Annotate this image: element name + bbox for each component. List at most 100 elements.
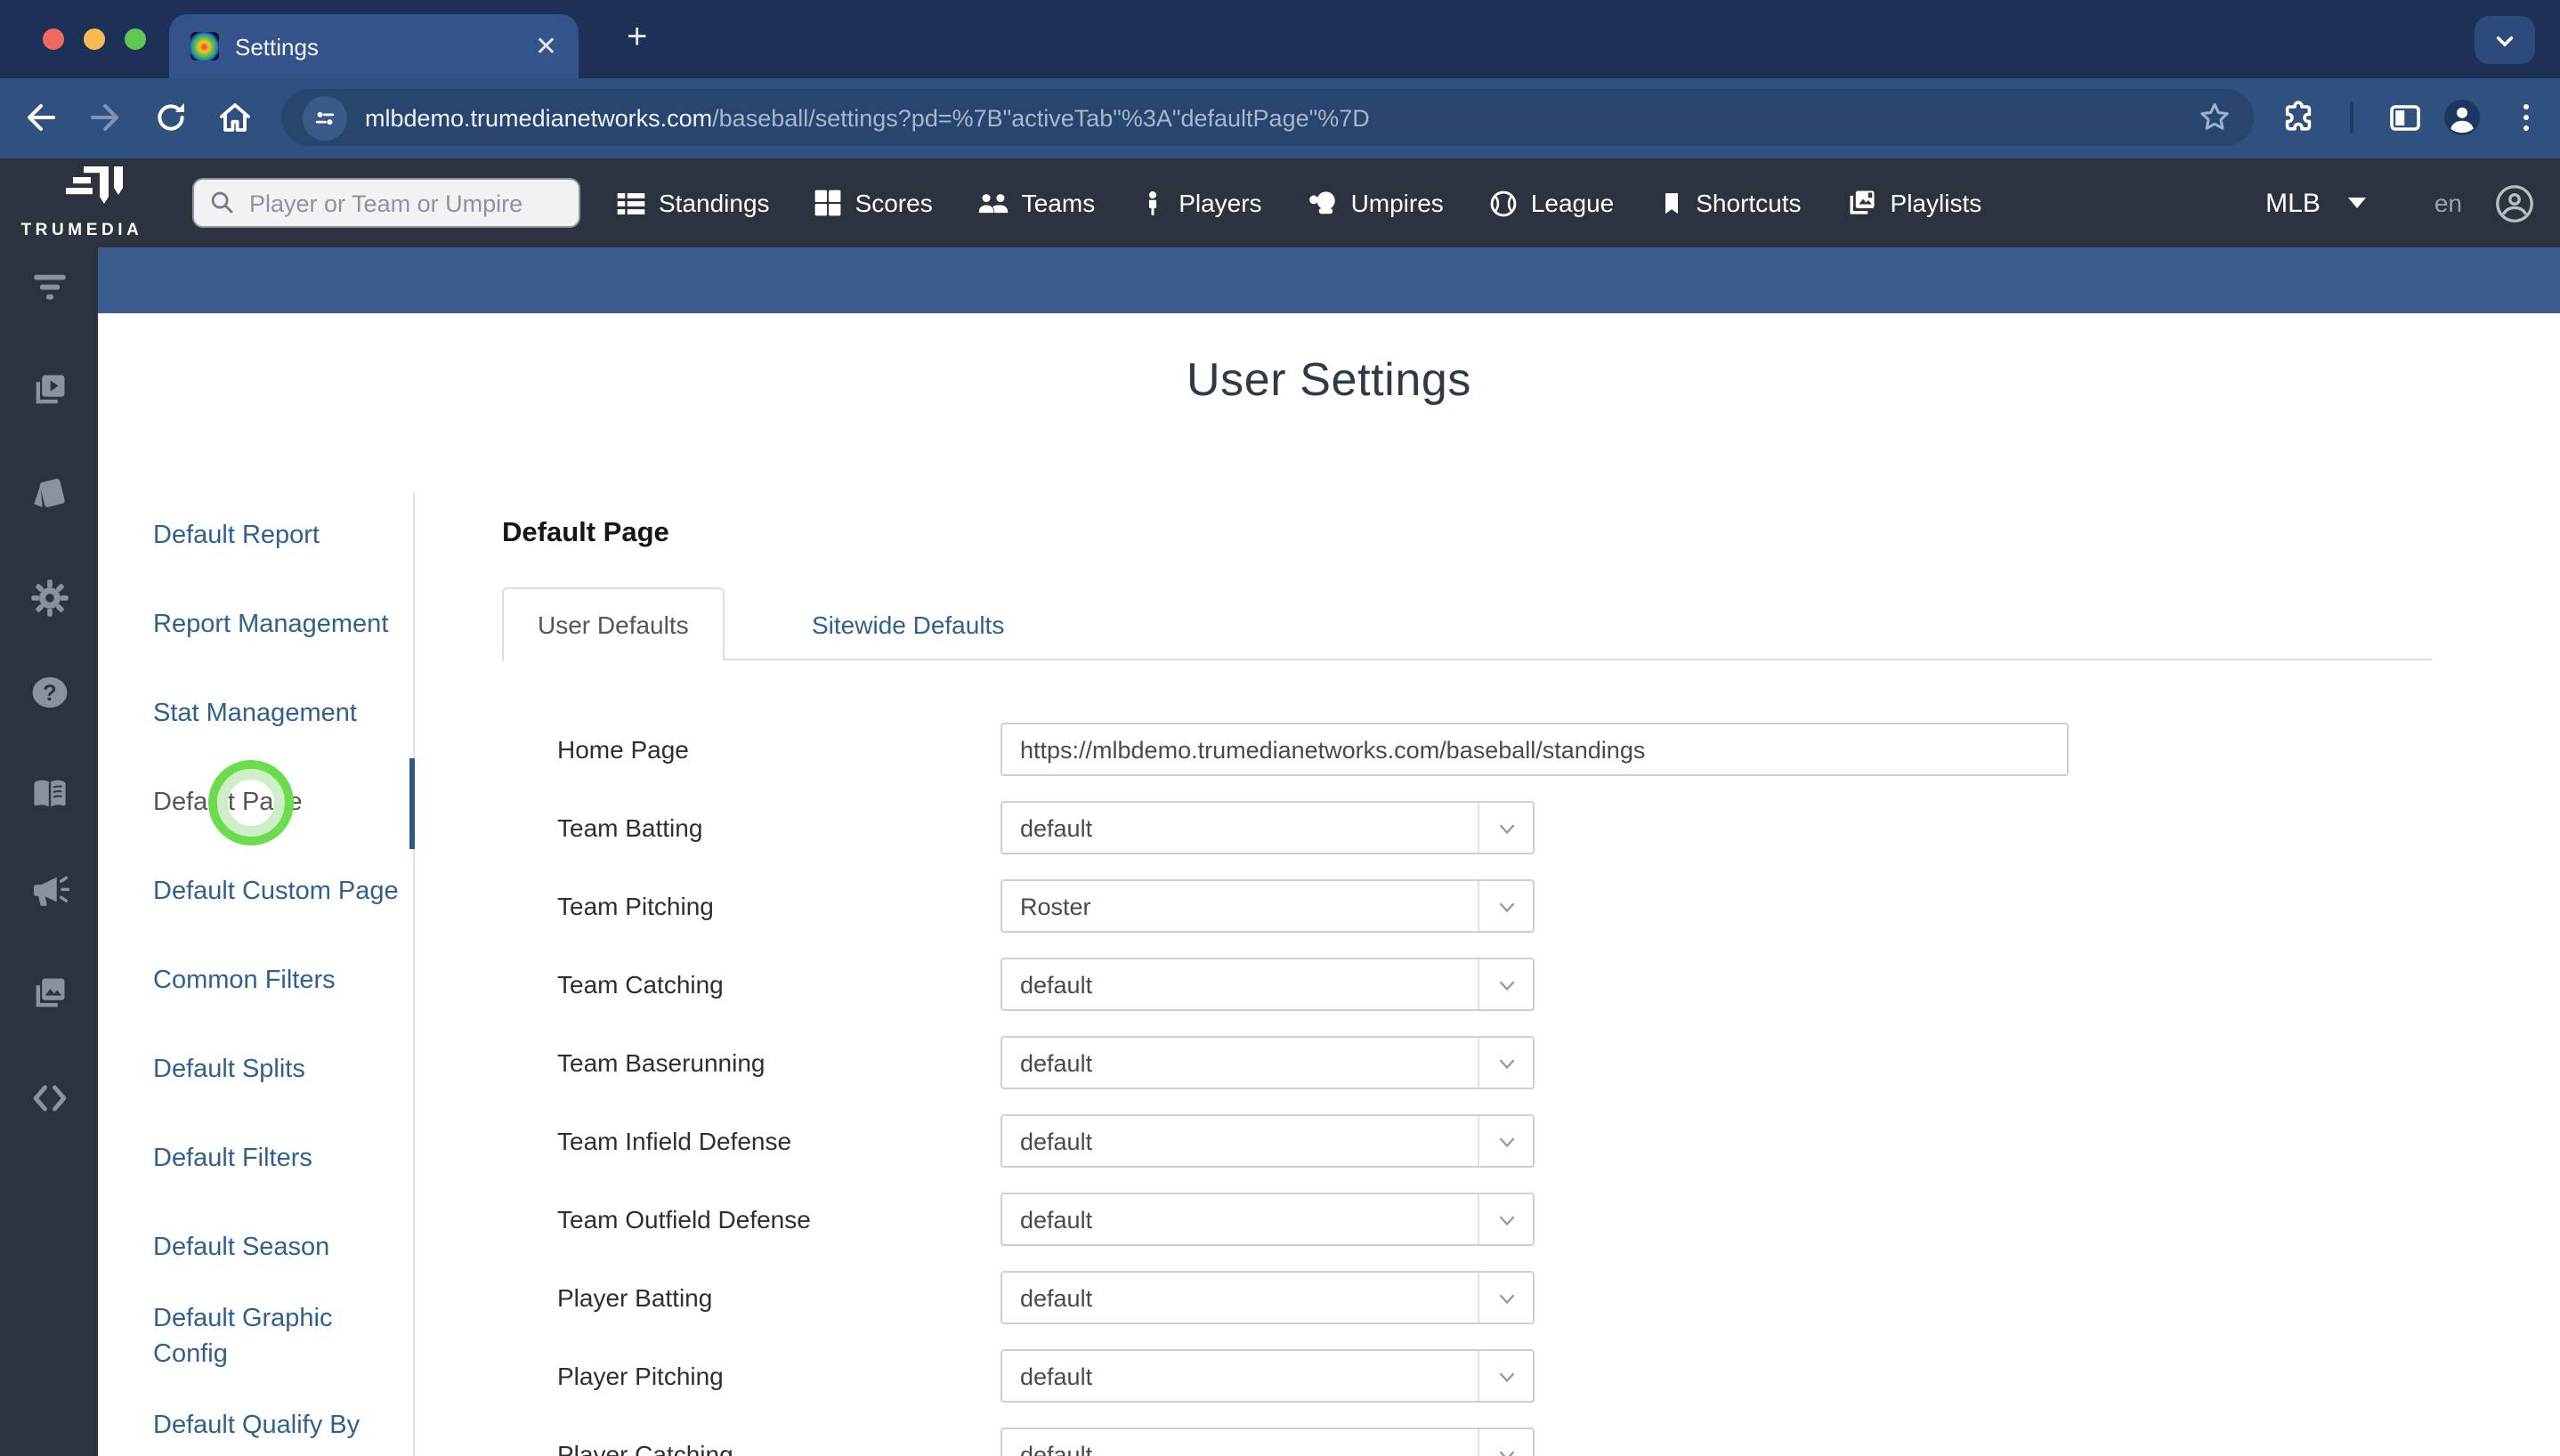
form-row: Home Page: [502, 723, 2432, 776]
chevron-down-icon: [1478, 1273, 1533, 1323]
code-icon[interactable]: [30, 1079, 69, 1118]
settings-menu-item[interactable]: Default Filters: [153, 1116, 413, 1205]
language-toggle[interactable]: en: [2434, 189, 2462, 217]
close-window-button[interactable]: [43, 28, 64, 50]
chevron-down-icon: [1478, 803, 1533, 853]
field-label: Player Pitching: [557, 1362, 724, 1390]
gear-icon[interactable]: [30, 578, 69, 618]
settings-menu-item[interactable]: Default Qualify By: [153, 1383, 413, 1456]
book-icon[interactable]: [30, 774, 69, 813]
nav-standings[interactable]: Standings: [616, 188, 770, 218]
select-dropdown[interactable]: default: [1001, 801, 1535, 854]
megaphone-icon[interactable]: [30, 872, 69, 911]
form-row: Team Batting default: [502, 801, 2432, 854]
form-row: Team Catching default: [502, 958, 2432, 1011]
chevron-down-icon: [1478, 1351, 1533, 1401]
settings-menu-item[interactable]: Default Graphic Config: [153, 1294, 413, 1383]
nav-players[interactable]: Players: [1139, 188, 1262, 218]
select-dropdown[interactable]: default: [1001, 1428, 1535, 1456]
field-label: Team Baserunning: [557, 1048, 766, 1077]
account-icon[interactable]: [2494, 182, 2535, 223]
zoom-window-button[interactable]: [125, 28, 146, 50]
scores-icon: [815, 190, 841, 216]
nav-league[interactable]: League: [1488, 188, 1614, 218]
settings-menu-item[interactable]: Stat Management: [153, 671, 413, 760]
address-bar[interactable]: mlbdemo.trumedianetworks.com/baseball/se…: [281, 89, 2254, 146]
field-label: Team Pitching: [557, 892, 714, 920]
settings-menu-item[interactable]: Default Report: [153, 493, 413, 582]
url-text: mlbdemo.trumedianetworks.com/baseball/se…: [365, 104, 1370, 131]
select-dropdown[interactable]: default: [1001, 1271, 1535, 1324]
select-dropdown[interactable]: default: [1001, 958, 1535, 1011]
settings-menu: Default Report Report Management Stat Mana…: [153, 493, 413, 1456]
reload-button[interactable]: [151, 98, 190, 137]
tab-favicon: [190, 32, 219, 61]
browser-tab-bar: Settings ✕ +: [0, 0, 2560, 78]
trumedia-logo-icon[interactable]: [66, 164, 126, 219]
select-dropdown[interactable]: default: [1001, 1349, 1535, 1403]
trumedia-brand-text[interactable]: TRUMEDIA: [4, 221, 160, 240]
side-panel-icon[interactable]: [2386, 98, 2425, 137]
site-info-icon[interactable]: [303, 95, 347, 140]
nav-playlists[interactable]: Playlists: [1846, 187, 1981, 219]
field-label: Home Page: [557, 735, 689, 764]
bookmark-star-icon[interactable]: [2197, 100, 2232, 135]
settings-menu-item[interactable]: Report Management: [153, 582, 413, 671]
browser-tab[interactable]: Settings ✕: [169, 14, 579, 78]
settings-menu-item[interactable]: Default Season: [153, 1205, 413, 1294]
settings-menu-item[interactable]: Default Splits: [153, 1027, 413, 1116]
select-dropdown[interactable]: default: [1001, 1114, 1535, 1168]
settings-menu-item[interactable]: Common Filters: [153, 938, 413, 1027]
browser-profile-avatar[interactable]: [2443, 98, 2482, 137]
tab-close-icon[interactable]: ✕: [535, 33, 557, 60]
umpire-mitt-icon: [1308, 191, 1335, 214]
tab-user-defaults[interactable]: User Defaults: [502, 587, 725, 660]
home-button[interactable]: [215, 98, 255, 137]
league-selector[interactable]: MLB: [2265, 188, 2367, 218]
search-icon: [211, 191, 233, 214]
primary-nav: Standings Scores Teams Players Umpires L…: [616, 158, 1981, 247]
chevron-down-icon: [1478, 959, 1533, 1009]
field-label: Team Batting: [557, 813, 703, 842]
cards-icon[interactable]: [30, 473, 69, 513]
standings-icon: [617, 192, 645, 214]
new-tab-button[interactable]: +: [627, 18, 647, 59]
extensions-icon[interactable]: [2279, 98, 2318, 137]
settings-menu-item[interactable]: Default Custom Page: [153, 849, 413, 938]
forward-button[interactable]: [85, 98, 125, 137]
section-heading: Default Page: [502, 518, 669, 548]
chevron-down-icon: [1478, 1429, 1533, 1456]
nav-scores[interactable]: Scores: [814, 189, 933, 217]
active-menu-indicator: [409, 758, 415, 849]
global-search-input[interactable]: Player or Team or Umpire: [192, 178, 580, 228]
settings-page: User Settings Default Report Report Manag…: [98, 313, 2560, 1456]
chevron-down-icon: [2496, 35, 2514, 46]
filter-icon[interactable]: [30, 267, 69, 306]
video-library-icon[interactable]: [30, 370, 69, 409]
browser-menu-kebab-icon[interactable]: [2507, 98, 2546, 137]
browser-toolbar: mlbdemo.trumedianetworks.com/baseball/se…: [0, 78, 2560, 158]
tab-sitewide-defaults[interactable]: Sitewide Defaults: [812, 587, 1004, 660]
chevron-down-icon: [1478, 881, 1533, 931]
nav-shortcuts[interactable]: Shortcuts: [1658, 188, 1802, 218]
help-icon[interactable]: ?: [30, 673, 69, 712]
header-right: MLB en: [2265, 158, 2535, 247]
nav-teams[interactable]: Teams: [977, 187, 1095, 219]
playlists-icon: [1850, 190, 1875, 214]
settings-menu-item[interactable]: Default Page: [153, 760, 413, 849]
select-dropdown[interactable]: default: [1001, 1036, 1535, 1089]
back-button[interactable]: [21, 98, 61, 137]
nav-umpires[interactable]: Umpires: [1307, 187, 1444, 219]
form-row: Team Baserunning default: [502, 1036, 2432, 1089]
tab-title: Settings: [235, 33, 319, 60]
select-dropdown[interactable]: default: [1001, 1193, 1535, 1246]
field-label: Player Catching: [557, 1440, 733, 1456]
browser-window: Settings ✕ + mlbdemo.trumedianetworks.co…: [0, 0, 2560, 1456]
select-dropdown[interactable]: Roster: [1001, 879, 1535, 933]
defaults-tabs: User Defaults Sitewide Defaults: [502, 587, 2432, 660]
text-input[interactable]: [1001, 723, 2069, 776]
minimize-window-button[interactable]: [84, 28, 105, 50]
chevron-down-icon: [1478, 1116, 1533, 1166]
tab-search-button[interactable]: [2475, 16, 2535, 64]
gallery-icon[interactable]: [30, 974, 69, 1013]
